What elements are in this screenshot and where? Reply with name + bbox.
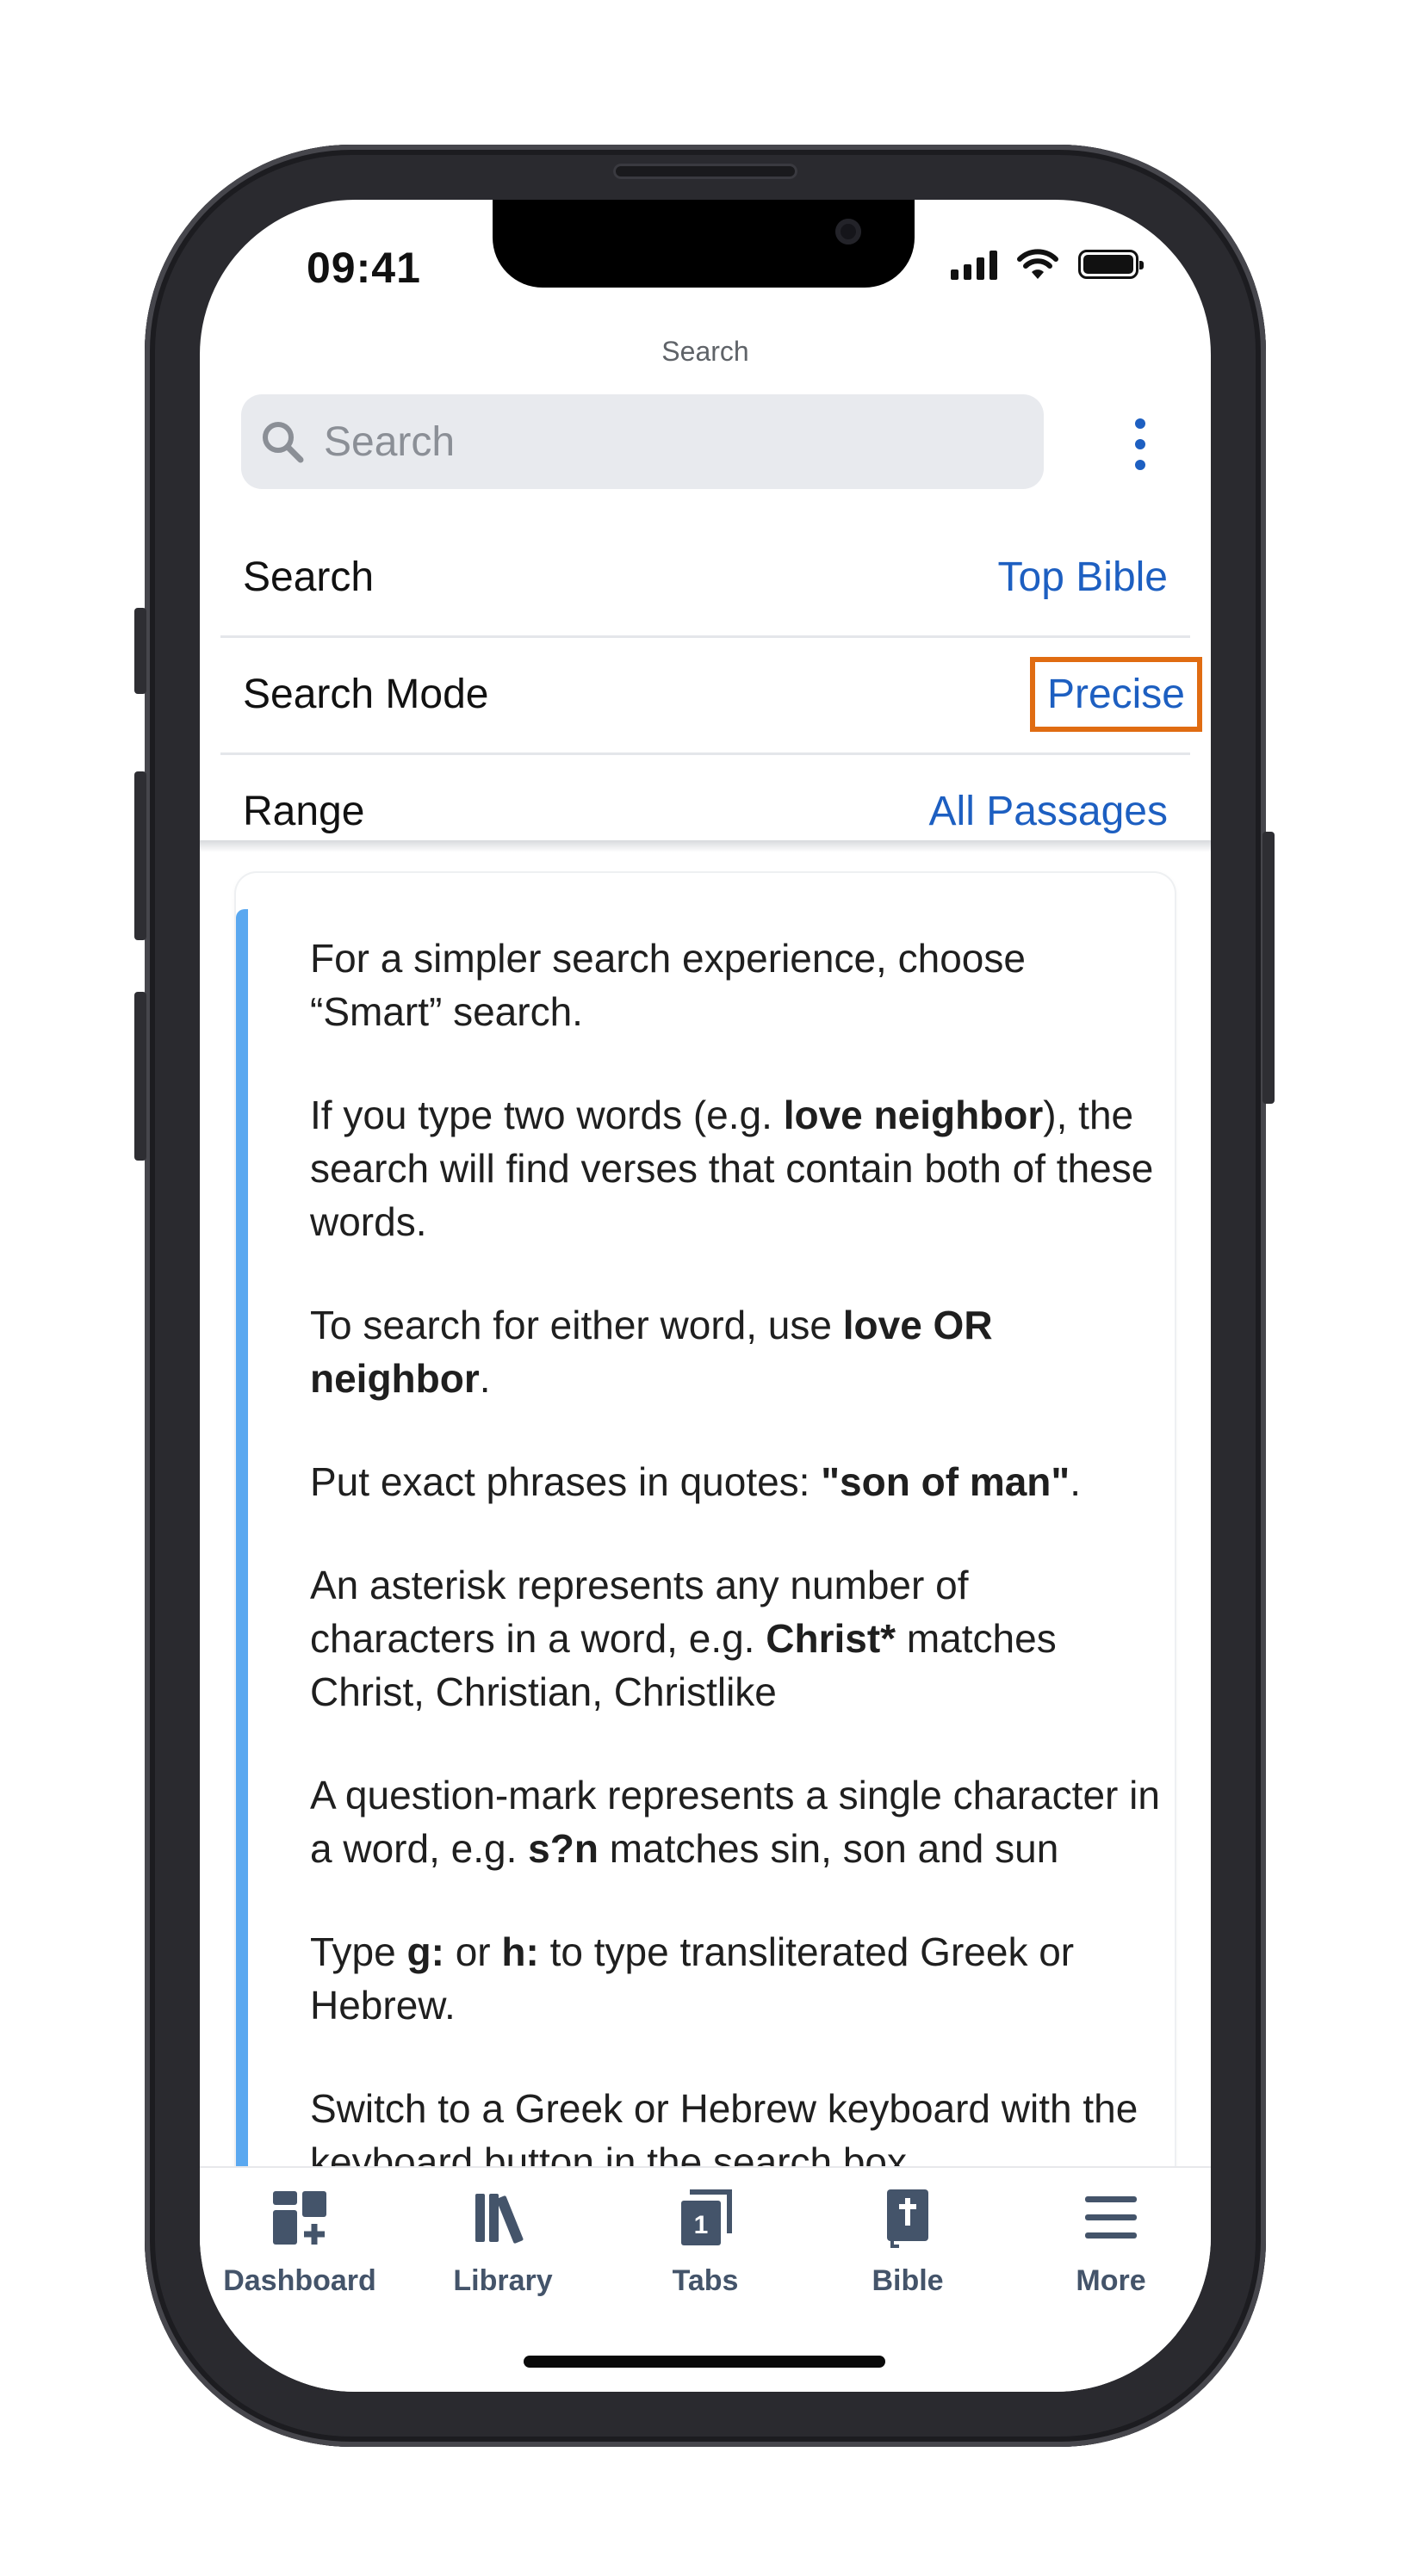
earpiece-speaker xyxy=(613,164,797,179)
tab-tabs[interactable]: 1 Tabs xyxy=(611,2187,800,2298)
search-mode-value[interactable]: Precise xyxy=(1029,656,1202,732)
setting-row-search-mode[interactable]: Search Mode Precise xyxy=(220,637,1202,751)
battery-icon xyxy=(1078,250,1144,279)
screen: 09:41 Search Search Top Bible Search Mod… xyxy=(200,200,1211,2392)
front-camera xyxy=(835,219,861,245)
bible-icon xyxy=(887,2189,928,2248)
setting-label: Search xyxy=(243,554,375,600)
mute-switch xyxy=(134,608,146,694)
notch xyxy=(493,200,915,288)
search-icon xyxy=(263,422,304,463)
help-paragraph: To search for either word, use love OR n… xyxy=(310,1303,993,1401)
help-paragraph: For a simpler search experience, choose … xyxy=(310,936,1026,1034)
setting-row-search[interactable]: Search Top Bible xyxy=(220,520,1190,634)
tab-bible[interactable]: Bible xyxy=(813,2187,1002,2298)
tab-label: Dashboard xyxy=(223,2264,376,2297)
search-bar[interactable] xyxy=(241,394,1044,489)
tab-label: More xyxy=(1076,2264,1146,2297)
help-paragraph: An asterisk represents any number of cha… xyxy=(310,1563,1057,1714)
status-time: 09:41 xyxy=(307,244,421,292)
home-indicator[interactable] xyxy=(524,2356,885,2368)
wifi-icon xyxy=(1017,249,1058,279)
help-paragraph: If you type two words (e.g. love neighbo… xyxy=(310,1093,1154,1244)
help-paragraph: Put exact phrases in quotes: "son of man… xyxy=(310,1459,1081,1504)
tab-dashboard[interactable]: Dashboard xyxy=(205,2187,394,2298)
tabs-icon: 1 xyxy=(681,2189,732,2245)
volume-up-button xyxy=(134,771,146,940)
search-help-card: For a simpler search experience, choose … xyxy=(236,873,1175,2388)
tab-label: Tabs xyxy=(672,2264,739,2297)
tab-label: Bible xyxy=(872,2264,944,2297)
page-title: Search xyxy=(661,336,749,367)
setting-label: Search Mode xyxy=(243,671,489,717)
tab-more[interactable]: More xyxy=(1016,2187,1206,2298)
header-shadow xyxy=(200,840,1211,852)
tabs-count-badge: 1 xyxy=(694,2211,709,2239)
more-options-icon[interactable] xyxy=(1130,418,1151,470)
tab-label: Library xyxy=(453,2264,553,2297)
power-button xyxy=(1262,832,1275,1104)
range-value[interactable]: All Passages xyxy=(929,788,1168,835)
help-paragraph: A question-mark represents a single char… xyxy=(310,1773,1160,1871)
help-text: For a simpler search experience, choose … xyxy=(310,932,1163,2239)
setting-label: Range xyxy=(243,788,365,834)
volume-down-button xyxy=(134,992,146,1161)
tab-library[interactable]: Library xyxy=(408,2187,598,2298)
status-icons xyxy=(951,248,1144,281)
library-icon xyxy=(475,2194,524,2244)
search-input[interactable] xyxy=(324,418,1013,466)
cellular-signal-icon xyxy=(951,249,997,280)
search-target-value[interactable]: Top Bible xyxy=(998,554,1168,601)
help-paragraph: Type g: or h: to type transliterated Gre… xyxy=(310,1929,1075,2028)
dashboard-icon xyxy=(273,2191,326,2245)
menu-icon xyxy=(1085,2196,1137,2239)
